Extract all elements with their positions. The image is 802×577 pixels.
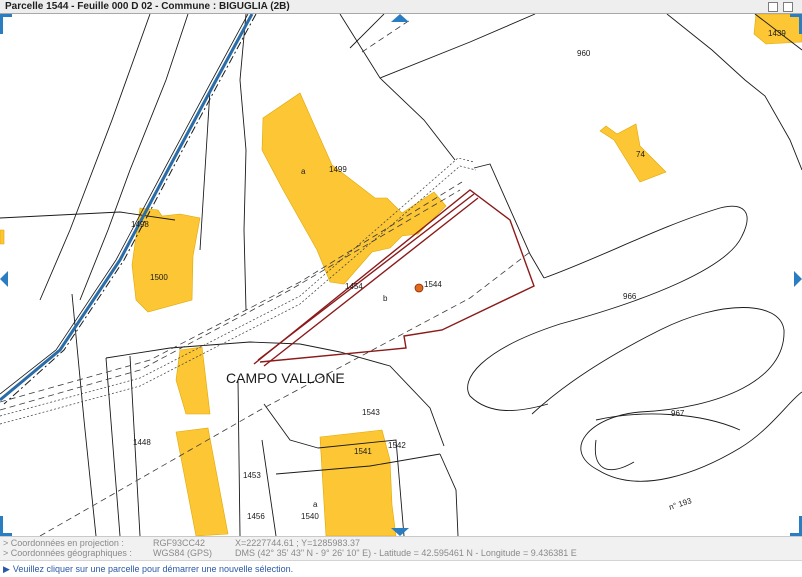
title-bar: Parcelle 1544 - Feuille 000 D 02 - Commu… (0, 0, 802, 14)
place-name: CAMPO VALLONE (226, 370, 345, 386)
label-1500: 1500 (150, 273, 168, 282)
label-1540: 1540 (301, 512, 319, 521)
hint-text: Veuillez cliquer sur une parcelle pour d… (12, 564, 294, 574)
label-1456: 1456 (247, 512, 265, 521)
coordinates-panel: > Coordonnées en projection : RGF93CC42 … (0, 536, 802, 576)
geo-label: > Coordonnées géographiques : (3, 548, 132, 558)
label-1544: 1544 (424, 280, 442, 289)
parcel-marker-icon (414, 283, 424, 293)
label-1542: 1542 (388, 441, 406, 450)
geo-system: WGS84 (GPS) (153, 548, 213, 558)
label-1499: 1499 (329, 165, 347, 174)
label-1541: 1541 (354, 447, 372, 456)
building-1541 (319, 429, 397, 536)
building-sliver-left (0, 229, 5, 245)
label-74: 74 (636, 150, 645, 159)
play-arrow-icon: ▶ (3, 564, 10, 574)
label-1543: 1543 (362, 408, 380, 417)
label-967: 967 (671, 409, 685, 418)
label-1454: 1454 (345, 282, 363, 291)
label-1540a: a (313, 500, 318, 509)
maximize-icon[interactable] (783, 2, 793, 12)
label-966: 966 (623, 292, 637, 301)
cadastral-map[interactable]: 960 1439 74 a 1499 1498 1500 1544 1454 b… (0, 14, 802, 536)
label-960: 960 (577, 49, 591, 58)
geo-value: DMS (42° 35' 43" N - 9° 26' 10" E) - Lat… (235, 548, 577, 558)
restore-icon[interactable] (768, 2, 778, 12)
label-1499a: a (301, 167, 306, 176)
label-1439: 1439 (768, 29, 786, 38)
label-1454b: b (383, 294, 388, 303)
selection-hint: ▶ Veuillez cliquer sur une parcelle pour … (0, 560, 802, 576)
label-1448: 1448 (133, 438, 151, 447)
label-1498: 1498 (131, 220, 149, 229)
label-1453: 1453 (243, 471, 261, 480)
window-title: Parcelle 1544 - Feuille 000 D 02 - Commu… (5, 1, 290, 12)
